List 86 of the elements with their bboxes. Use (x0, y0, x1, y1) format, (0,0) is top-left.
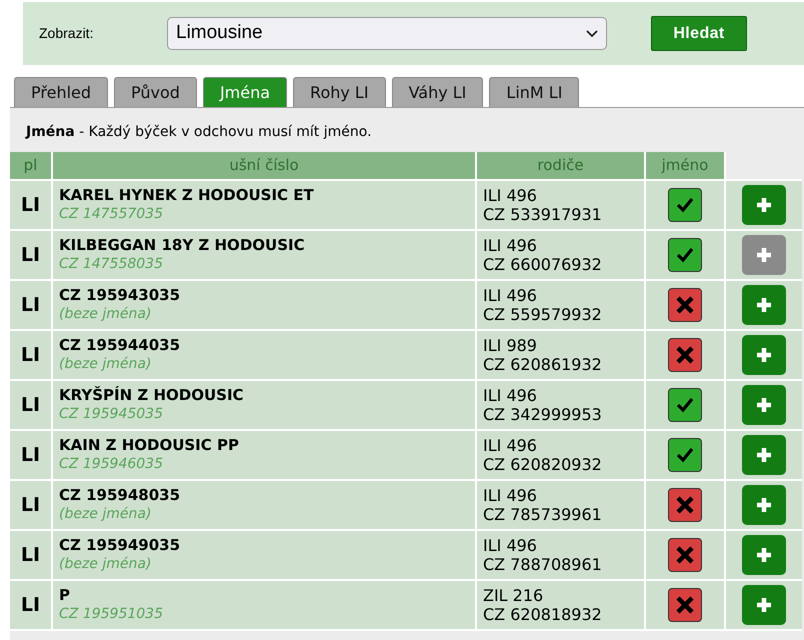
plus-icon (755, 196, 773, 214)
dam-id: CZ 785739961 (483, 505, 603, 524)
tab[interactable]: Původ (114, 77, 197, 107)
ear-tag: CZ 195945035 (59, 405, 469, 424)
ear-tag: (beze jména) (59, 355, 469, 374)
add-button[interactable] (742, 435, 786, 475)
dam-id: CZ 660076932 (483, 255, 603, 274)
breed-select[interactable]: Limousine (167, 17, 607, 50)
tab[interactable]: Váhy LI (392, 77, 484, 107)
add-button[interactable] (742, 185, 786, 225)
animal-name: KILBEGGAN 18Y Z HODOUSIC (59, 236, 306, 255)
animal-name: CZ 195943035 (59, 286, 182, 305)
ear-tag: CZ 147558035 (59, 255, 469, 274)
search-button[interactable]: Hledat (651, 16, 747, 51)
dam-id: CZ 620861932 (483, 355, 603, 374)
sire-id: ILI 496 (483, 436, 538, 455)
add-button[interactable] (742, 485, 786, 525)
animal-name: KRYŠPÍN Z HODOUSIC (59, 386, 245, 405)
plus-icon (755, 596, 773, 614)
breed-cell: LI (10, 180, 52, 230)
cross-icon (675, 345, 695, 365)
ear-tag: CZ 147557035 (59, 205, 469, 224)
cross-icon (675, 295, 695, 315)
sire-id: ILI 496 (483, 536, 538, 555)
plus-icon (755, 446, 773, 464)
plus-icon (755, 296, 773, 314)
cross-icon (675, 545, 695, 565)
plus-icon (755, 496, 773, 514)
sire-id: ILI 496 (483, 386, 538, 405)
animal-name: CZ 195949035 (59, 536, 182, 555)
ear-tag: (beze jména) (59, 555, 469, 574)
breed-cell: LI (10, 580, 52, 630)
add-button[interactable] (742, 535, 786, 575)
breed-cell: LI (10, 330, 52, 380)
breed-cell: LI (10, 430, 52, 480)
animal-name: CZ 195944035 (59, 336, 182, 355)
check-icon (675, 445, 695, 465)
tab[interactable]: Přehled (14, 77, 108, 107)
breed-cell: LI (10, 530, 52, 580)
animal-name: KAIN Z HODOUSIC PP (59, 436, 240, 455)
column-header: rodiče (476, 152, 645, 180)
dam-id: CZ 533917931 (483, 205, 603, 224)
animal-name: CZ 195948035 (59, 486, 182, 505)
chevron-down-icon (586, 30, 598, 38)
breed-cell: LI (10, 480, 52, 530)
add-button[interactable] (742, 335, 786, 375)
sire-id: ILI 496 (483, 486, 538, 505)
check-icon (675, 245, 695, 265)
dam-id: CZ 620818932 (483, 605, 603, 624)
animal-name: KAREL HYNEK Z HODOUSIC ET (59, 186, 315, 205)
column-header: ušní číslo (52, 152, 476, 180)
cross-icon (675, 495, 695, 515)
sire-id: ZIL 216 (483, 586, 544, 605)
breed-cell: LI (10, 380, 52, 430)
check-icon (675, 195, 695, 215)
plus-icon (755, 246, 773, 264)
intro-text: Jména - Každý býček v odchovu musí mít jméno. (24, 123, 373, 142)
dam-id: CZ 342999953 (483, 405, 603, 424)
plus-icon (755, 396, 773, 414)
cross-icon (675, 595, 695, 615)
dam-id: CZ 620820932 (483, 455, 603, 474)
check-icon (675, 395, 695, 415)
tab[interactable]: Rohy LI (293, 77, 386, 107)
column-header: pl (10, 152, 52, 180)
sire-id: ILI 496 (483, 186, 538, 205)
ear-tag: (beze jména) (59, 305, 469, 324)
filter-label: Zobrazit: (39, 24, 94, 43)
breed-cell: LI (10, 230, 52, 280)
dam-id: CZ 559579932 (483, 305, 603, 324)
sire-id: ILI 496 (483, 236, 538, 255)
add-button[interactable] (742, 385, 786, 425)
add-button[interactable] (742, 585, 786, 625)
column-header: jméno (645, 152, 725, 180)
animal-name: P (59, 586, 71, 605)
plus-icon (755, 546, 773, 564)
dam-id: CZ 788708961 (483, 555, 603, 574)
sire-id: ILI 989 (483, 336, 538, 355)
ear-tag: (beze jména) (59, 505, 469, 524)
sire-id: ILI 496 (483, 286, 538, 305)
add-button[interactable] (742, 285, 786, 325)
plus-icon (755, 346, 773, 364)
ear-tag: CZ 195946035 (59, 455, 469, 474)
tab[interactable]: Jména (202, 77, 288, 107)
breed-cell: LI (10, 280, 52, 330)
tab[interactable]: LinM LI (489, 77, 580, 107)
ear-tag: CZ 195951035 (59, 605, 469, 624)
